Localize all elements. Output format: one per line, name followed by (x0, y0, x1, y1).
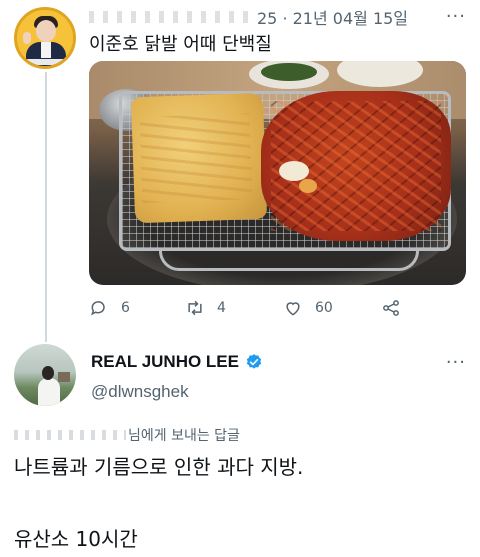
replying-to-label: 님에게 보내는 답글 (14, 425, 240, 445)
retweet-button[interactable]: 4 (185, 296, 226, 320)
author-name-row: REAL JUNHO LEE (91, 352, 263, 372)
author-handle[interactable]: @dlwnsghek (91, 382, 189, 402)
blurred-reply-handle[interactable] (14, 430, 126, 440)
retweet-icon (188, 300, 202, 316)
blurred-author-name[interactable] (89, 11, 257, 23)
like-count: 60 (315, 300, 333, 316)
reply-text-line-1: 나트륨과 기름으로 인한 과다 지방. (14, 455, 304, 479)
reply-icon (91, 301, 105, 316)
verified-badge-icon (246, 354, 262, 369)
like-button[interactable]: 60 (283, 296, 333, 320)
tweet-text: 이준호 닭발 어때 단백질 (89, 34, 272, 55)
reply-author-avatar[interactable] (14, 344, 76, 406)
share-button[interactable] (381, 296, 401, 320)
reply-button[interactable]: 6 (89, 296, 130, 320)
more-icon[interactable]: ··· (446, 352, 466, 373)
tweet-photo[interactable] (89, 61, 466, 285)
author-avatar[interactable] (14, 7, 76, 69)
more-icon[interactable]: ··· (446, 6, 466, 27)
share-icon (383, 300, 399, 316)
tweet-actions: 6 4 60 (89, 296, 409, 320)
tweet-date[interactable]: 25 · 21년 04월 15일 (257, 5, 408, 29)
reply-to-text: 님에게 보내는 답글 (128, 428, 240, 444)
like-icon (286, 302, 300, 316)
reply-text-line-2: 유산소 10시간 (14, 527, 138, 551)
author-name[interactable]: REAL JUNHO LEE (91, 352, 239, 372)
reply-count: 6 (121, 300, 130, 316)
tweet-header: 25 · 21년 04월 15일 (89, 6, 408, 28)
thread-connector-line (45, 72, 47, 342)
retweet-count: 4 (217, 300, 226, 316)
rolled-omelet (130, 92, 268, 224)
